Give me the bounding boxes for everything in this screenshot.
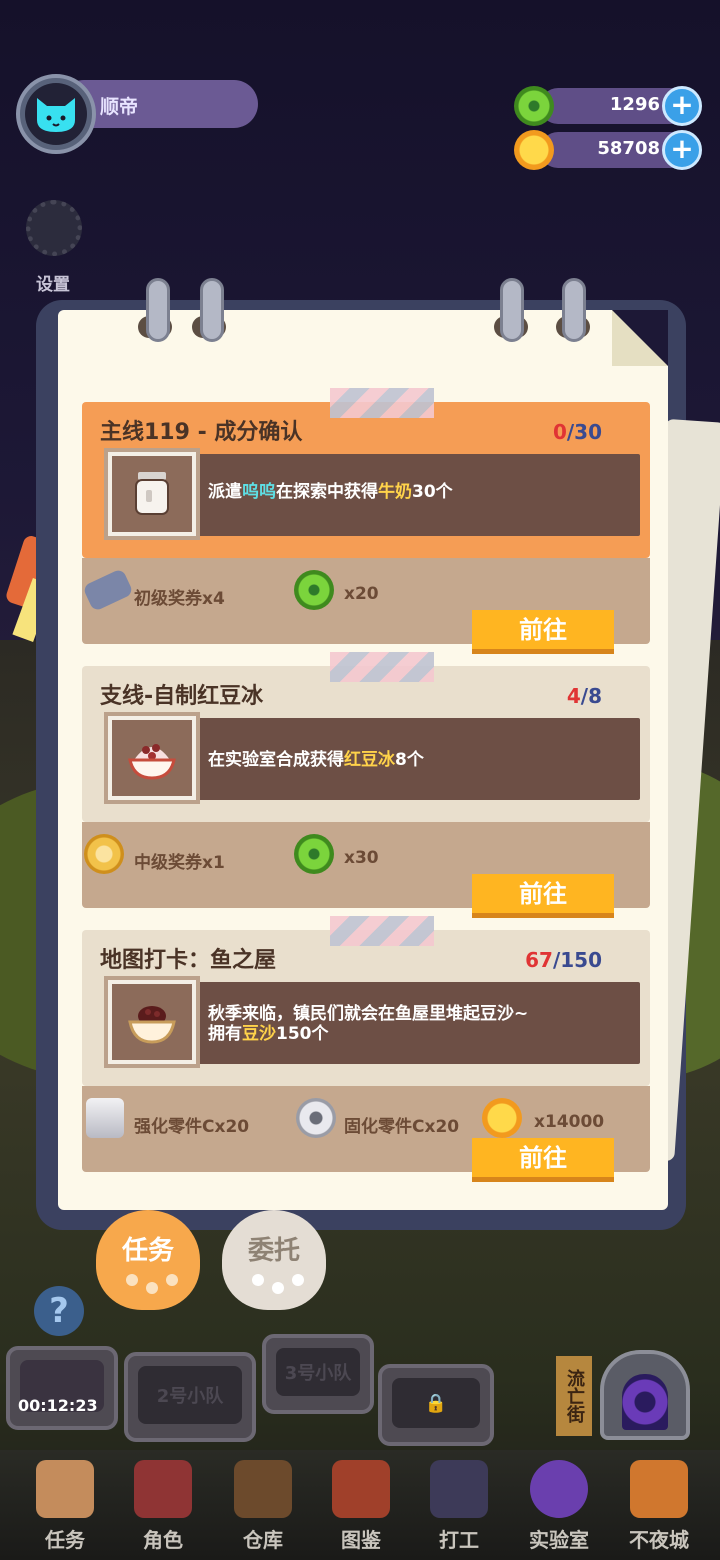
donut-count: 1296 (609, 94, 660, 115)
avatar[interactable] (16, 74, 96, 154)
go-button[interactable]: 前往 (472, 874, 614, 918)
tab-tasks-label: 任务 (121, 1236, 174, 1266)
task-title: 支线-自制红豆冰 (100, 684, 264, 709)
task-progress: 4/8 (566, 684, 602, 708)
coin-currency-bar: 58708 + (540, 130, 702, 170)
squad-2-label: 2号小队 (138, 1366, 242, 1424)
nav-work[interactable]: 打工 (414, 1460, 504, 1556)
paw-icon (252, 1274, 264, 1286)
squad-3-label: 3号小队 (276, 1348, 360, 1396)
gold-coin-icon (482, 1098, 522, 1138)
tape-decoration (330, 916, 434, 946)
binder-ring (562, 278, 586, 342)
go-button[interactable]: 前往 (472, 610, 614, 654)
coin-count: 58708 (597, 138, 660, 159)
nut-icon (296, 1098, 336, 1138)
add-donut-button[interactable]: + (662, 86, 702, 126)
task-card-main: 主线119 - 成分确认 0/30 派遣呜呜在探索中获得牛奶30个 初级奖券x4… (82, 388, 650, 654)
squad-2-tv[interactable]: 2号小队 (124, 1352, 256, 1442)
squad-1-tv[interactable] (6, 1346, 118, 1430)
add-coin-button[interactable]: + (662, 130, 702, 170)
nav-tasks[interactable]: 任务 (20, 1460, 110, 1556)
task-title: 主线119 - 成分确认 (100, 420, 303, 445)
tape-decoration (330, 388, 434, 418)
task-item-frame (104, 712, 200, 804)
chest-icon (234, 1460, 292, 1518)
tab-tasks[interactable]: 任务 (96, 1210, 200, 1310)
reward-label: 中级奖券x1 (134, 853, 225, 873)
reward-label: 固化零件Cx20 (344, 1117, 460, 1137)
help-button[interactable]: ? (34, 1286, 84, 1336)
bean-paste-bowl-icon (128, 1006, 176, 1044)
green-donut-icon (294, 834, 334, 874)
task-card-map: 地图打卡：鱼之屋 67/150 秋季来临，镇民们就会在鱼屋里堆起豆沙~ 拥有豆沙… (82, 916, 650, 1182)
settings-label: 设置 (36, 275, 70, 295)
nav-characters[interactable]: 角色 (118, 1460, 208, 1556)
squad-timer: 00:12:23 (18, 1396, 98, 1415)
gold-coin-icon (514, 130, 554, 170)
red-bean-ice-icon (128, 744, 176, 780)
reward-label: x20 (344, 584, 379, 604)
binder-ring (146, 278, 170, 342)
tab-commission[interactable]: 委托 (222, 1210, 326, 1310)
green-donut-icon (514, 86, 554, 126)
street-sign[interactable]: 流亡街 (556, 1356, 592, 1436)
milk-jar-icon (135, 472, 169, 515)
nav-lab[interactable]: 实验室 (514, 1460, 604, 1556)
binder-ring (500, 278, 524, 342)
nav-warehouse[interactable]: 仓库 (218, 1460, 308, 1556)
squad-3-tv[interactable]: 3号小队 (262, 1334, 374, 1414)
portal-door[interactable] (600, 1350, 690, 1440)
reward-label: 初级奖券x4 (134, 589, 225, 609)
clipboard-icon (36, 1460, 94, 1518)
task-progress: 67/150 (525, 948, 602, 972)
player-name: 顺帝 (100, 96, 139, 118)
gold-ticket-icon (84, 834, 124, 874)
go-button[interactable]: 前往 (472, 1138, 614, 1182)
task-item-frame (104, 976, 200, 1068)
donut-currency-bar: 1296 + (540, 86, 702, 126)
reward-label: x14000 (534, 1112, 605, 1132)
task-item-frame (104, 448, 200, 540)
task-description: 秋季来临，镇民们就会在鱼屋里堆起豆沙~ 拥有豆沙150个 (208, 1004, 529, 1044)
book-icon (332, 1460, 390, 1518)
nav-collection[interactable]: 图鉴 (316, 1460, 406, 1556)
character-icon (134, 1460, 192, 1518)
cat-face-icon (37, 98, 75, 132)
work-screen-icon (430, 1460, 488, 1518)
lock-icon: 🔒 (392, 1378, 480, 1428)
nav-nightcity[interactable]: 不夜城 (614, 1460, 704, 1556)
settings-gear-icon[interactable] (26, 200, 82, 256)
bolt-icon (86, 1098, 124, 1138)
paw-icon (126, 1274, 138, 1286)
binder-ring (200, 278, 224, 342)
task-description: 在实验室合成获得红豆冰8个 (208, 750, 424, 770)
reward-label: 强化零件Cx20 (134, 1117, 250, 1137)
task-description: 派遣呜呜在探索中获得牛奶30个 (208, 482, 453, 502)
reward-label: x30 (344, 848, 379, 868)
flask-icon (530, 1460, 588, 1518)
tab-commission-label: 委托 (247, 1236, 300, 1266)
tape-decoration (330, 652, 434, 682)
green-donut-icon (294, 570, 334, 610)
task-title: 地图打卡：鱼之屋 (100, 948, 277, 973)
squad-4-locked-tv[interactable]: 🔒 (378, 1364, 494, 1446)
task-card-side: 支线-自制红豆冰 4/8 在实验室合成获得红豆冰8个 中级奖券x1 x30 前往 (82, 652, 650, 918)
task-progress: 0/30 (552, 420, 602, 444)
cat-city-icon (630, 1460, 688, 1518)
